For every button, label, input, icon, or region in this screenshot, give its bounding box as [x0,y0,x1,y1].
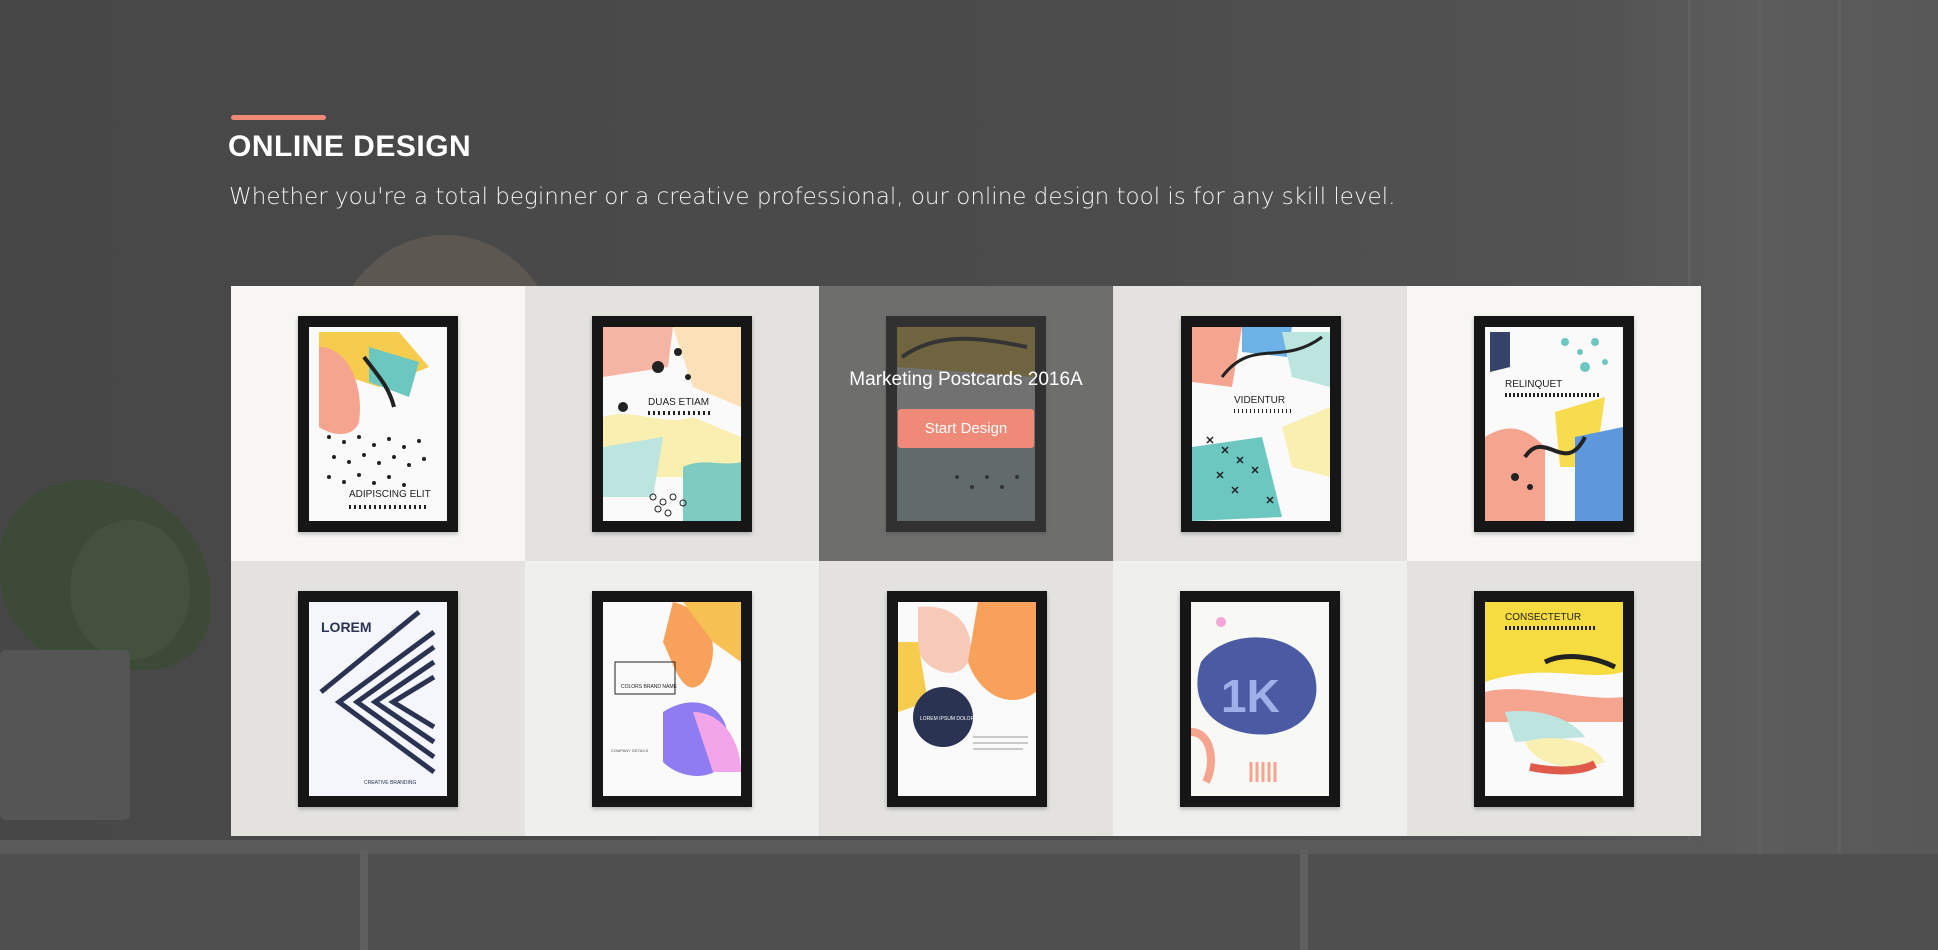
poster-frame: LOREM IPSUM DOLOR [886,590,1047,807]
poster-image: DUAS ETIAM [603,326,741,521]
template-card[interactable]: 1K [1113,561,1407,836]
template-name: Marketing Postcards 2016A [849,369,1083,390]
poster-title: RELINQUET [1505,379,1562,390]
template-card[interactable]: CONSECTETUR [1407,561,1701,836]
heading-accent-line [231,115,326,120]
poster-title: COLORS BRAND NAME [621,684,678,690]
template-card[interactable]: RELINQUET [1407,286,1701,561]
template-card[interactable]: LOREM CREATIVE BRANDING [231,561,525,836]
poster-title: ADIPISCING ELIT [349,489,431,500]
poster-frame: COLORS BRAND NAME COMPANY DETAILS [592,590,752,807]
poster-image: LOREM IPSUM DOLOR [897,601,1036,796]
poster-image: LOREM CREATIVE BRANDING [309,601,447,796]
poster-image: VIDENTUR [1191,326,1330,521]
poster-caption: CREATIVE BRANDING [364,780,417,786]
poster-image: 1K [1191,601,1329,796]
poster-title: VIDENTUR [1234,395,1285,406]
poster-image: ADIPISCING ELIT [309,326,447,521]
template-card[interactable]: DUAS ETIAM [525,286,819,561]
poster-frame: ADIPISCING ELIT [298,315,458,532]
poster-title: CONSECTETUR [1505,612,1581,623]
template-hover-overlay: Marketing Postcards 2016A Start Design [819,286,1113,561]
poster-frame: LOREM CREATIVE BRANDING [298,590,458,807]
poster-frame: VIDENTUR [1180,315,1341,532]
poster-title: LOREM [321,619,372,635]
poster-frame: DUAS ETIAM [592,315,752,532]
section-heading: ONLINE DESIGN [228,130,472,163]
poster-title: LOREM IPSUM DOLOR [920,716,975,722]
poster-frame: RELINQUET [1474,315,1634,532]
poster-caption: COMPANY DETAILS [611,748,649,753]
start-design-button[interactable]: Start Design [898,409,1034,448]
poster-image: COLORS BRAND NAME COMPANY DETAILS [603,601,741,796]
section-subtitle: Whether you're a total beginner or a cre… [229,184,1396,210]
template-card[interactable]: COLORS BRAND NAME COMPANY DETAILS [525,561,819,836]
poster-image: CONSECTETUR [1485,601,1623,796]
template-card[interactable]: VIDENTUR [1113,286,1407,561]
poster-image: RELINQUET [1485,326,1623,521]
template-card[interactable]: LOREM IPSUM DOLOR [819,561,1113,836]
poster-frame: 1K [1180,590,1340,807]
poster-frame: CONSECTETUR [1474,590,1634,807]
template-card-hovered[interactable]: Marketing Postcards 2016A Start Design [819,286,1113,561]
poster-title: 1K [1221,670,1280,722]
poster-title: DUAS ETIAM [648,397,709,408]
template-grid: ADIPISCING ELIT DUAS ETIAM Marketing Pos… [231,286,1701,836]
template-card[interactable]: ADIPISCING ELIT [231,286,525,561]
